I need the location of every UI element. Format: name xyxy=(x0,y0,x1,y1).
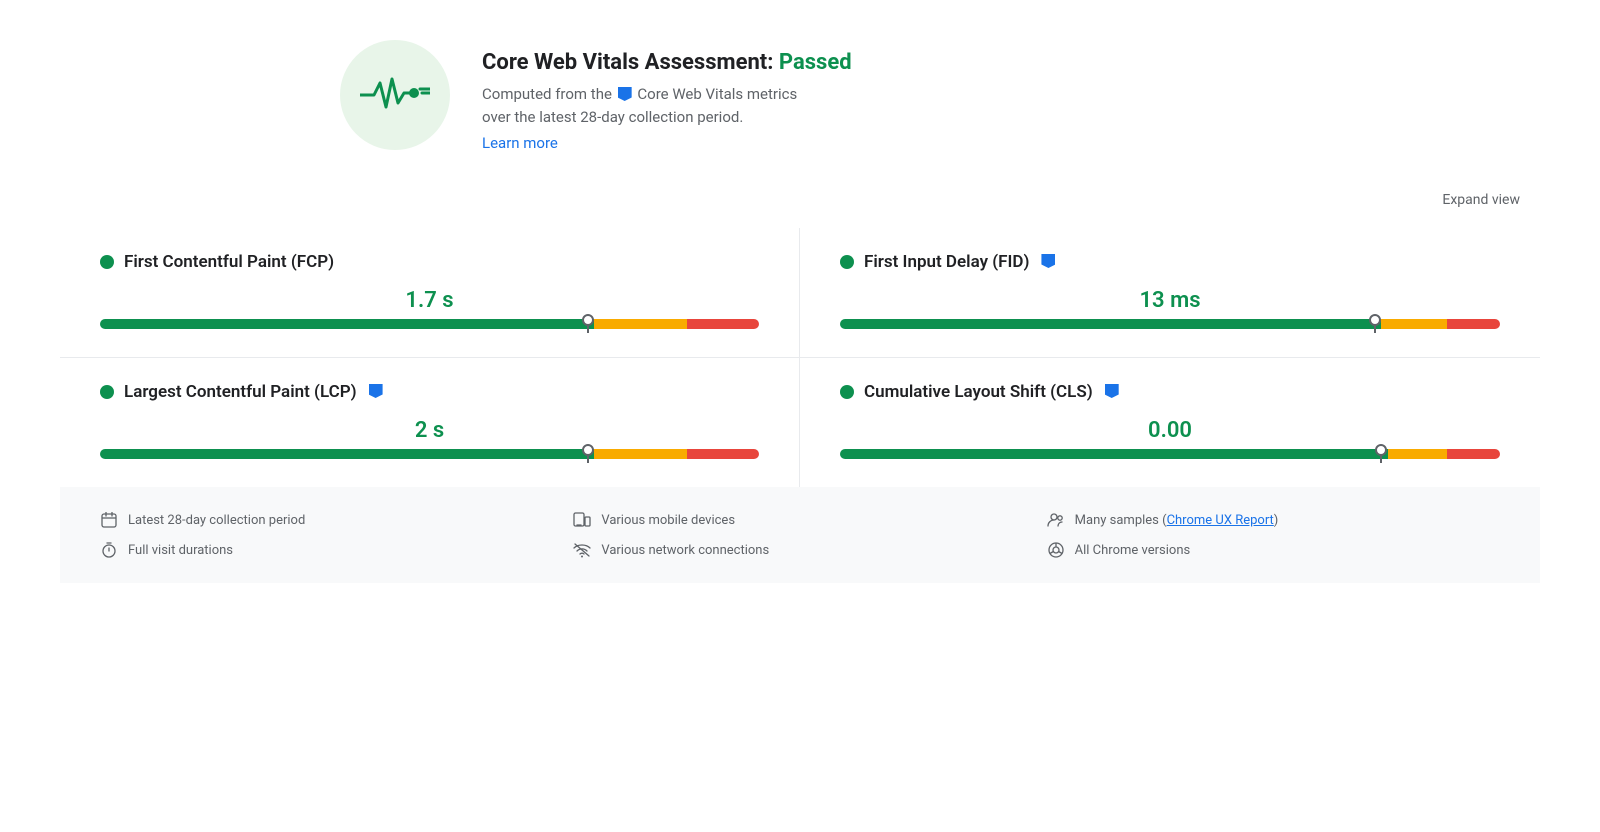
needle-fcp xyxy=(587,315,589,333)
progress-track-lcp xyxy=(100,449,759,459)
header-section: Core Web Vitals Assessment: Passed Compu… xyxy=(60,40,1540,152)
metric-title-cls: Cumulative Layout Shift (CLS) xyxy=(840,382,1500,402)
cwv-flag-icon xyxy=(618,87,632,101)
metric-title-fid: First Input Delay (FID) xyxy=(840,252,1500,272)
metric-value-fcp: 1.7 s xyxy=(100,288,759,313)
lcp-flag-icon xyxy=(369,384,383,398)
learn-more-link[interactable]: Learn more xyxy=(482,134,852,152)
bar-green-cls xyxy=(840,449,1388,459)
bar-green-lcp xyxy=(100,449,594,459)
bar-orange-cls xyxy=(1388,449,1447,459)
progress-track-fcp xyxy=(100,319,759,329)
footer-section: Latest 28-day collection period Various … xyxy=(60,487,1540,583)
progress-track-fid xyxy=(840,319,1500,329)
needle-fid xyxy=(1374,315,1376,333)
status-dot-lcp xyxy=(100,385,114,399)
vitals-icon xyxy=(340,40,450,150)
bar-green-fid xyxy=(840,319,1381,329)
progress-bar-lcp xyxy=(100,449,759,459)
progress-bar-fid xyxy=(840,319,1500,329)
footer-item-collection: Latest 28-day collection period xyxy=(100,511,553,529)
needle-cls xyxy=(1380,445,1382,463)
users-icon xyxy=(1047,511,1065,529)
metric-value-cls: 0.00 xyxy=(840,418,1500,443)
footer-item-devices: Various mobile devices xyxy=(573,511,1026,529)
assessment-description: Computed from the Core Web Vitals metric… xyxy=(482,83,852,128)
assessment-title: Core Web Vitals Assessment: Passed xyxy=(482,50,852,75)
metric-value-fid: 13 ms xyxy=(840,288,1500,313)
devices-icon xyxy=(573,511,591,529)
footer-item-durations: Full visit durations xyxy=(100,541,553,559)
metric-value-lcp: 2 s xyxy=(100,418,759,443)
metric-panel-fid: First Input Delay (FID) 13 ms xyxy=(800,228,1540,358)
metric-panel-lcp: Largest Contentful Paint (LCP) 2 s xyxy=(60,358,800,487)
bar-red-lcp xyxy=(687,449,759,459)
bar-orange-fid xyxy=(1381,319,1447,329)
bar-green-fcp xyxy=(100,319,594,329)
fid-flag-icon xyxy=(1041,254,1055,268)
expand-view-button[interactable]: Expand view xyxy=(1442,192,1520,208)
progress-track-cls xyxy=(840,449,1500,459)
header-text: Core Web Vitals Assessment: Passed Compu… xyxy=(482,40,852,152)
bar-orange-lcp xyxy=(594,449,686,459)
status-dot-cls xyxy=(840,385,854,399)
chrome-icon xyxy=(1047,541,1065,559)
metric-title-lcp: Largest Contentful Paint (LCP) xyxy=(100,382,759,402)
metric-panel-fcp: First Contentful Paint (FCP) 1.7 s xyxy=(60,228,800,358)
metric-panel-cls: Cumulative Layout Shift (CLS) 0.00 xyxy=(800,358,1540,487)
bar-red-cls xyxy=(1447,449,1500,459)
needle-lcp xyxy=(587,445,589,463)
progress-bar-fcp xyxy=(100,319,759,329)
progress-bar-cls xyxy=(840,449,1500,459)
metric-title-fcp: First Contentful Paint (FCP) xyxy=(100,252,759,272)
expand-row: Expand view xyxy=(60,192,1540,208)
wifi-icon xyxy=(573,541,591,559)
footer-item-samples: Many samples (Chrome UX Report) xyxy=(1047,511,1500,529)
timer-icon xyxy=(100,541,118,559)
bar-red-fid xyxy=(1447,319,1500,329)
heartbeat-icon xyxy=(360,75,430,115)
footer-item-chrome: All Chrome versions xyxy=(1047,541,1500,559)
metrics-grid: First Contentful Paint (FCP) 1.7 s First… xyxy=(60,228,1540,487)
status-dot-fcp xyxy=(100,255,114,269)
cls-flag-icon xyxy=(1105,384,1119,398)
bar-orange-fcp xyxy=(594,319,686,329)
bar-red-fcp xyxy=(687,319,759,329)
footer-item-network: Various network connections xyxy=(573,541,1026,559)
calendar-icon xyxy=(100,511,118,529)
status-dot-fid xyxy=(840,255,854,269)
chrome-ux-report-link[interactable]: Chrome UX Report xyxy=(1167,513,1274,528)
